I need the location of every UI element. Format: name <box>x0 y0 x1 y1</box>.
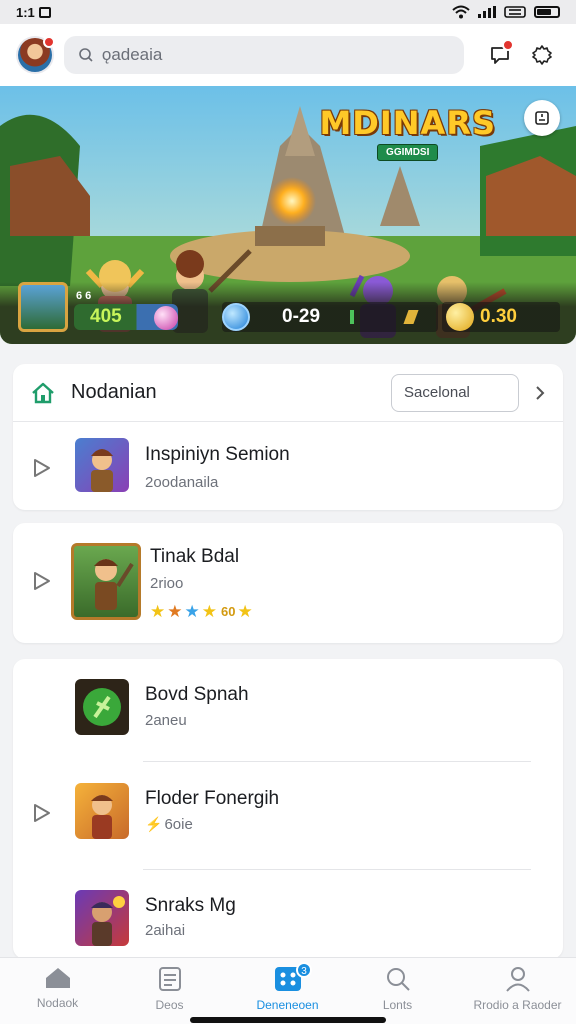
home-icon <box>45 968 70 988</box>
battery-icon <box>534 6 560 18</box>
hud-timer-panel: 0-29 <box>222 302 438 332</box>
nav-item-home[interactable]: Nodaok <box>0 958 115 1016</box>
divider <box>143 761 531 762</box>
signal-icon <box>478 6 496 18</box>
game-logo-subtitle: GGIMDSI <box>377 144 439 161</box>
game-logo: MDINARS GGIMDSI <box>319 104 496 161</box>
app-header: ǫadeaia <box>0 24 576 86</box>
section-title: Nodanian <box>71 381 157 403</box>
featured-game-card[interactable]: Tinak Bdal 2rioo ★ ★ ★ ★ 60 ★ <box>13 523 563 643</box>
item-title: Floder Fonergih <box>145 788 280 809</box>
game-thumbnail <box>75 679 129 735</box>
list-item[interactable]: Snraks Mg 2aihai <box>13 871 563 959</box>
gear-icon <box>532 45 552 65</box>
item-subtitle: 2oodanaila <box>145 474 219 491</box>
divider <box>143 869 531 870</box>
hud-level: 6 6 <box>76 290 92 302</box>
banner-action-button[interactable] <box>524 100 560 136</box>
featured-title: Tinak Bdal <box>150 546 240 567</box>
orb-icon <box>154 306 178 330</box>
notifications-button[interactable] <box>482 37 518 73</box>
rating-value: 60 <box>221 604 236 619</box>
game-thumbnail <box>75 438 129 492</box>
lightning-icon <box>403 310 419 324</box>
screenshot-icon <box>38 6 51 18</box>
featured-game-banner[interactable]: MDINARS GGIMDSI 6 6 405 0-29 0.30 <box>0 86 576 344</box>
home-indicator <box>190 1017 386 1023</box>
item-title: Bovd Spnah <box>145 684 249 705</box>
hud-indicator <box>350 310 355 324</box>
search-icon <box>386 968 410 991</box>
star-icon: ★ <box>167 602 183 621</box>
list-item[interactable]: Bovd Spnah 2aneu <box>13 659 563 759</box>
item-title: Inspiniyn Semion <box>145 444 290 465</box>
search-icon <box>79 48 93 62</box>
avatar-notification-dot <box>42 36 55 48</box>
list-item[interactable]: Floder Fonergih ⚡ 6oie <box>13 763 563 867</box>
gold-coin-icon <box>446 303 474 331</box>
item-subtitle: 2aneu <box>145 712 187 729</box>
document-icon <box>158 967 181 991</box>
featured-subtitle: 2rioo <box>150 575 184 592</box>
profile-avatar[interactable] <box>16 36 55 74</box>
hud-gold: 0.30 <box>480 306 517 327</box>
list-item[interactable]: Inspiniyn Semion 2oodanaila <box>13 422 563 510</box>
hud-portrait <box>18 282 68 332</box>
play-icon[interactable] <box>33 803 51 823</box>
nav-label: Nodaok <box>36 996 79 1010</box>
item-subtitle: 6oie <box>164 816 193 833</box>
data-icon <box>504 6 526 18</box>
section-select[interactable]: Sacelonal <box>391 373 519 412</box>
game-list-card: Bovd Spnah 2aneu Floder Fonergih ⚡ 6oie … <box>13 659 563 959</box>
section-card: Nodanian Sacelonal Inspiniyn Semion 2ood… <box>13 364 563 510</box>
status-icons <box>452 5 560 19</box>
hud-gold-panel: 0.30 <box>442 302 560 332</box>
search-input[interactable]: ǫadeaia <box>102 45 163 65</box>
wifi-icon <box>452 5 470 19</box>
crystal-icon <box>222 303 250 331</box>
bookmark-icon <box>535 111 549 125</box>
game-hud: 6 6 405 0-29 0.30 <box>0 282 576 344</box>
hud-timer: 0-29 <box>282 306 321 327</box>
lightning-icon: ⚡ <box>145 816 163 832</box>
item-subtitle-group: ⚡ 6oie <box>145 816 193 833</box>
nav-item-docs[interactable]: Deos <box>112 958 227 1016</box>
nav-label: Rrodio a Raoder <box>473 998 562 1012</box>
nav-item-games[interactable]: 3 Deneneoen <box>230 958 345 1016</box>
chevron-right-icon[interactable] <box>535 385 545 401</box>
game-thumbnail <box>75 890 129 946</box>
nav-label: Lonts <box>382 998 413 1012</box>
game-thumbnail <box>75 783 129 839</box>
section-header: Nodanian Sacelonal <box>13 364 563 422</box>
status-time: 1:1 <box>16 4 35 20</box>
status-time-group: 1:1 <box>16 5 51 20</box>
nav-label: Deneneoen <box>256 998 319 1012</box>
user-icon <box>505 967 530 992</box>
star-icon: ★ <box>201 602 217 621</box>
search-bar[interactable]: ǫadeaia <box>63 36 465 74</box>
play-icon[interactable] <box>33 571 51 591</box>
nav-item-profile[interactable]: Rrodio a Raoder <box>460 958 575 1016</box>
nav-item-search[interactable]: Lonts <box>340 958 455 1016</box>
home-icon <box>32 382 54 403</box>
item-subtitle: 2aihai <box>145 922 186 939</box>
status-bar: 1:1 <box>0 0 576 24</box>
bottom-nav: Nodaok Deos 3 Deneneoen Lonts Rrodio a R… <box>0 957 576 1024</box>
notification-badge <box>502 39 515 51</box>
play-icon[interactable] <box>33 458 51 478</box>
star-icon: ★ <box>237 602 253 621</box>
settings-button[interactable] <box>524 37 560 73</box>
nav-label: Deos <box>155 998 184 1012</box>
item-title: Snraks Mg <box>145 895 236 916</box>
nav-badge: 3 <box>296 962 312 978</box>
rating-stars: ★ ★ ★ ★ 60 ★ <box>150 603 253 620</box>
star-icon: ★ <box>150 602 166 621</box>
star-icon: ★ <box>184 602 200 621</box>
featured-thumbnail <box>71 543 141 620</box>
game-logo-title: MDINARS <box>319 104 496 142</box>
